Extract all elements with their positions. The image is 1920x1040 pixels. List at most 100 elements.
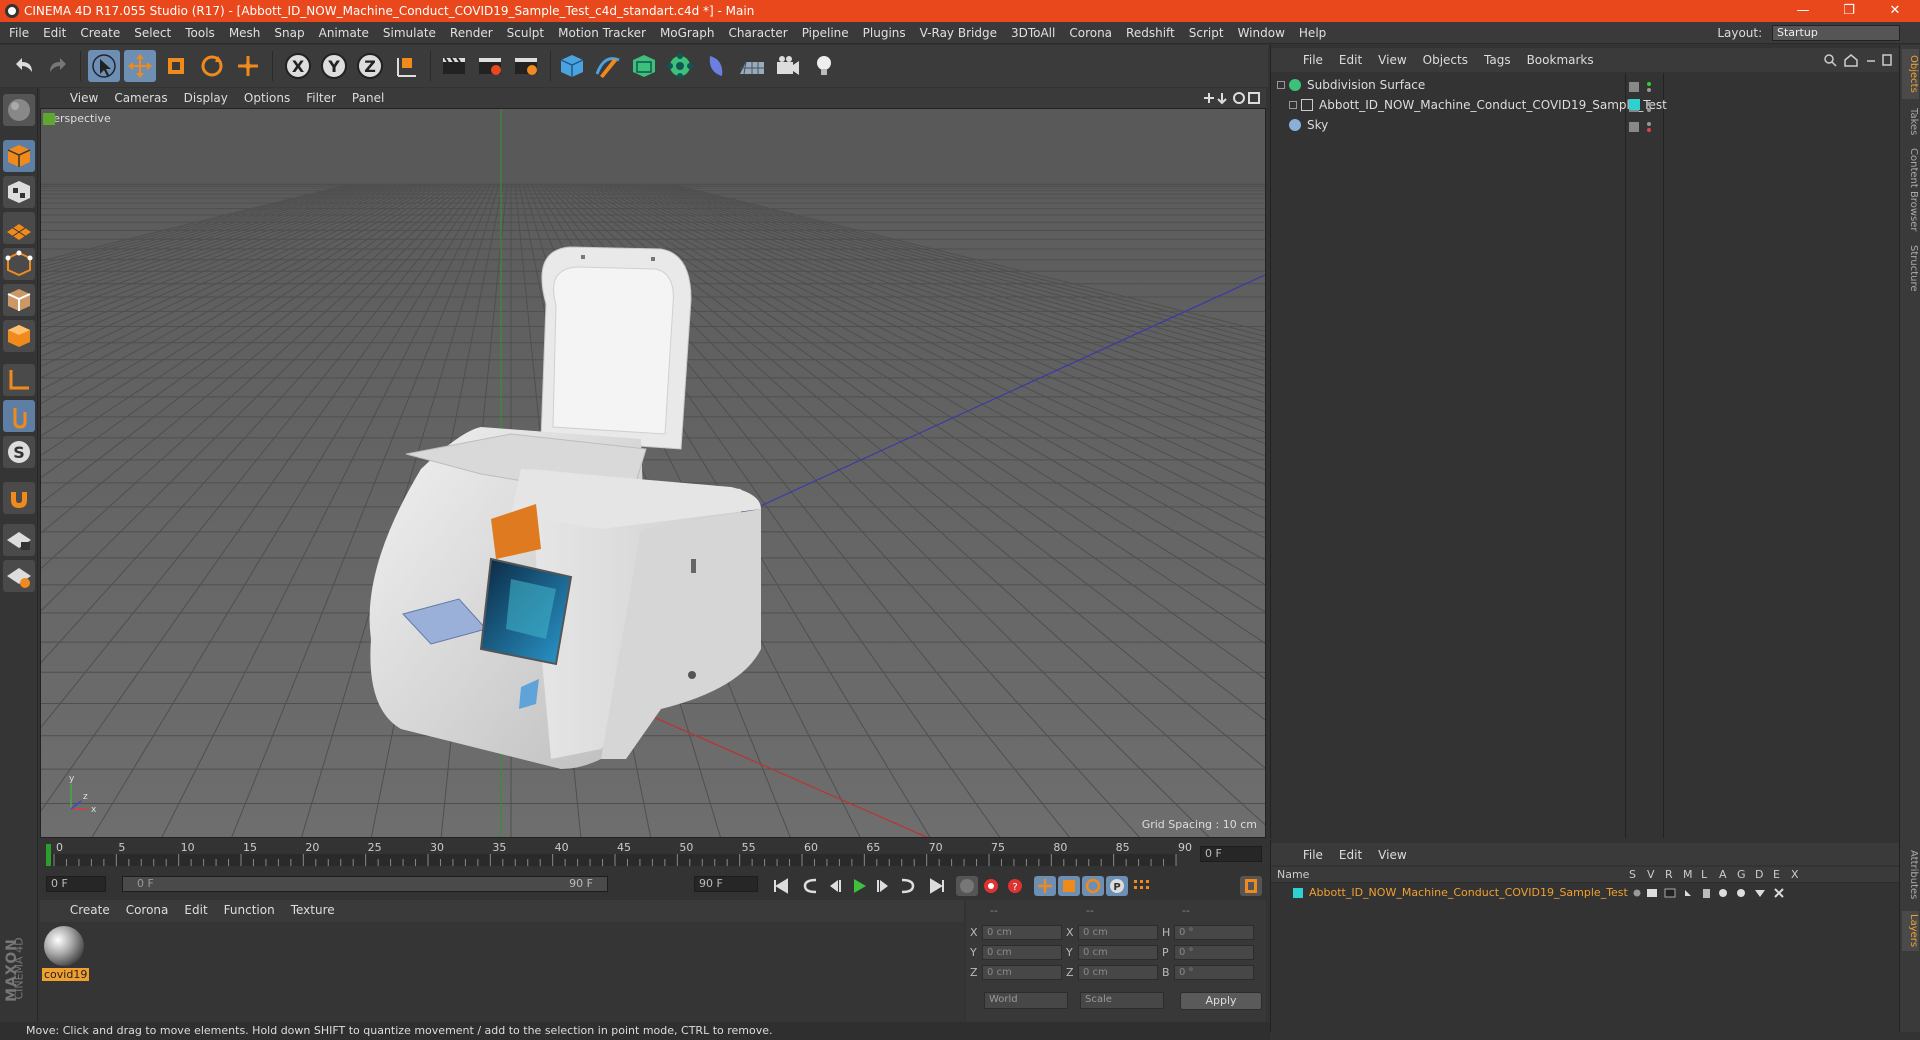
- minimize-button[interactable]: —: [1780, 0, 1826, 22]
- menu-sculpt[interactable]: Sculpt: [500, 22, 551, 44]
- magnet-icon[interactable]: [3, 482, 35, 514]
- object-name[interactable]: Abbott_ID_NOW_Machine_Conduct_COVID19_Sa…: [1319, 95, 1667, 115]
- close-button[interactable]: ✕: [1872, 0, 1918, 22]
- texture-mode-icon[interactable]: [3, 176, 35, 208]
- points-mode-icon[interactable]: [3, 248, 35, 280]
- light-icon[interactable]: [808, 50, 840, 82]
- material-menu-corona[interactable]: Corona: [118, 900, 177, 920]
- menu-animate[interactable]: Animate: [312, 22, 376, 44]
- undo-icon[interactable]: [8, 50, 40, 82]
- previous-key-icon[interactable]: [800, 876, 822, 896]
- go-to-start-icon[interactable]: [770, 876, 792, 896]
- object-menu-file[interactable]: File: [1295, 48, 1331, 72]
- keyframe-selection-icon[interactable]: ?: [1004, 876, 1026, 896]
- workplane-mode-icon[interactable]: [3, 212, 35, 244]
- viewport-menu-filter[interactable]: Filter: [298, 88, 344, 108]
- coord-value-field[interactable]: 0 cm: [982, 945, 1062, 960]
- key-scale-icon[interactable]: [1058, 876, 1080, 896]
- layer-col-e[interactable]: E: [1773, 867, 1780, 883]
- transform-icon[interactable]: [232, 50, 264, 82]
- record-keys-icon[interactable]: [956, 876, 978, 896]
- edges-mode-icon[interactable]: [3, 284, 35, 316]
- tab-objects[interactable]: Objects: [1902, 49, 1919, 99]
- object-layer-swatch[interactable]: [1629, 99, 1640, 110]
- tab-structure[interactable]: Structure: [1902, 241, 1919, 295]
- menu-help[interactable]: Help: [1292, 22, 1333, 44]
- layer-name[interactable]: Abbott_ID_NOW_Machine_Conduct_COVID19_Sa…: [1309, 884, 1628, 902]
- layer-col-g[interactable]: G: [1737, 867, 1746, 883]
- cube-primitive-icon[interactable]: [556, 50, 588, 82]
- camera-icon[interactable]: [772, 50, 804, 82]
- viewport-menu-display[interactable]: Display: [176, 88, 236, 108]
- start-frame-field[interactable]: 0 F: [46, 876, 106, 892]
- scale-icon[interactable]: [160, 50, 192, 82]
- render-picture-viewer-icon[interactable]: [474, 50, 506, 82]
- object-menu-objects[interactable]: Objects: [1415, 48, 1476, 72]
- deformer-icon[interactable]: [700, 50, 732, 82]
- coordinate-system-icon[interactable]: [390, 50, 422, 82]
- layer-flag-icons[interactable]: [1633, 886, 1863, 900]
- material-swatch[interactable]: [42, 924, 86, 968]
- key-pla-icon[interactable]: [1130, 876, 1152, 896]
- layer-col-v[interactable]: V: [1647, 867, 1655, 883]
- viewport-menu-cameras[interactable]: Cameras: [106, 88, 175, 108]
- layer-col-d[interactable]: D: [1755, 867, 1763, 883]
- coord-value-field[interactable]: 0 cm: [1078, 945, 1158, 960]
- planar-workplane-icon[interactable]: [3, 560, 35, 592]
- current-frame-field[interactable]: 0 F: [1200, 846, 1262, 862]
- menu-snap[interactable]: Snap: [267, 22, 311, 44]
- subdivision-surface-icon[interactable]: [628, 50, 660, 82]
- object-tag-icons[interactable]: [1629, 119, 1659, 132]
- material-menu-function[interactable]: Function: [216, 900, 283, 920]
- x-axis-lock-button[interactable]: X: [282, 50, 314, 82]
- layer-menu-file[interactable]: File: [1295, 843, 1331, 867]
- object-row[interactable]: Abbott_ID_NOW_Machine_Conduct_COVID19_Sa…: [1271, 95, 1891, 115]
- coord-value-field[interactable]: 0 cm: [982, 925, 1062, 940]
- z-axis-lock-button[interactable]: Z: [354, 50, 386, 82]
- object-name[interactable]: Subdivision Surface: [1307, 75, 1425, 95]
- pen-spline-icon[interactable]: [592, 50, 624, 82]
- frame-range-slider[interactable]: 0 F 90 F: [122, 876, 608, 892]
- menu-render[interactable]: Render: [443, 22, 500, 44]
- layer-color-swatch[interactable]: [1293, 888, 1303, 898]
- layer-col-s[interactable]: S: [1629, 867, 1636, 883]
- live-selection-icon[interactable]: [88, 50, 120, 82]
- object-row[interactable]: Subdivision Surface: [1271, 75, 1891, 95]
- autokey-icon[interactable]: [980, 876, 1002, 896]
- key-position-icon[interactable]: [1034, 876, 1056, 896]
- object-manager-tools[interactable]: [1823, 53, 1893, 67]
- coord-value-field[interactable]: 0 cm: [1078, 925, 1158, 940]
- menu-mesh[interactable]: Mesh: [222, 22, 268, 44]
- menu-script[interactable]: Script: [1182, 22, 1231, 44]
- y-axis-lock-button[interactable]: Y: [318, 50, 350, 82]
- object-name[interactable]: Sky: [1307, 115, 1328, 135]
- menu-motion-tracker[interactable]: Motion Tracker: [551, 22, 653, 44]
- viewport-menu-panel[interactable]: Panel: [344, 88, 392, 108]
- end-frame-field[interactable]: 90 F: [694, 876, 758, 892]
- object-menu-tags[interactable]: Tags: [1476, 48, 1519, 72]
- expand-toggle-icon[interactable]: [1277, 81, 1285, 89]
- object-tag-icons[interactable]: [1629, 79, 1659, 92]
- menu-edit[interactable]: Edit: [36, 22, 73, 44]
- move-icon[interactable]: [124, 50, 156, 82]
- sculpt-mode-icon[interactable]: [3, 94, 35, 126]
- layer-col-a[interactable]: A: [1719, 867, 1727, 883]
- layer-col-x[interactable]: X: [1791, 867, 1799, 883]
- menu-v-ray-bridge[interactable]: V-Ray Bridge: [913, 22, 1004, 44]
- play-forward-icon[interactable]: [848, 876, 870, 896]
- tab-content-browser[interactable]: Content Browser: [1902, 145, 1919, 235]
- polygons-mode-icon[interactable]: [3, 320, 35, 352]
- menu-create[interactable]: Create: [73, 22, 127, 44]
- menu-redshift[interactable]: Redshift: [1119, 22, 1182, 44]
- redo-icon[interactable]: [42, 50, 74, 82]
- next-frame-icon[interactable]: [872, 876, 894, 896]
- coord-value-field[interactable]: 0 cm: [982, 965, 1062, 980]
- layer-menu-edit[interactable]: Edit: [1331, 843, 1370, 867]
- menu-3dtoall[interactable]: 3DToAll: [1004, 22, 1062, 44]
- material-menu-texture[interactable]: Texture: [283, 900, 343, 920]
- object-menu-edit[interactable]: Edit: [1331, 48, 1370, 72]
- apply-button[interactable]: Apply: [1180, 992, 1262, 1010]
- cloner-icon[interactable]: [664, 50, 696, 82]
- rotate-icon[interactable]: [196, 50, 228, 82]
- coord-value-field[interactable]: 0 °: [1174, 925, 1254, 940]
